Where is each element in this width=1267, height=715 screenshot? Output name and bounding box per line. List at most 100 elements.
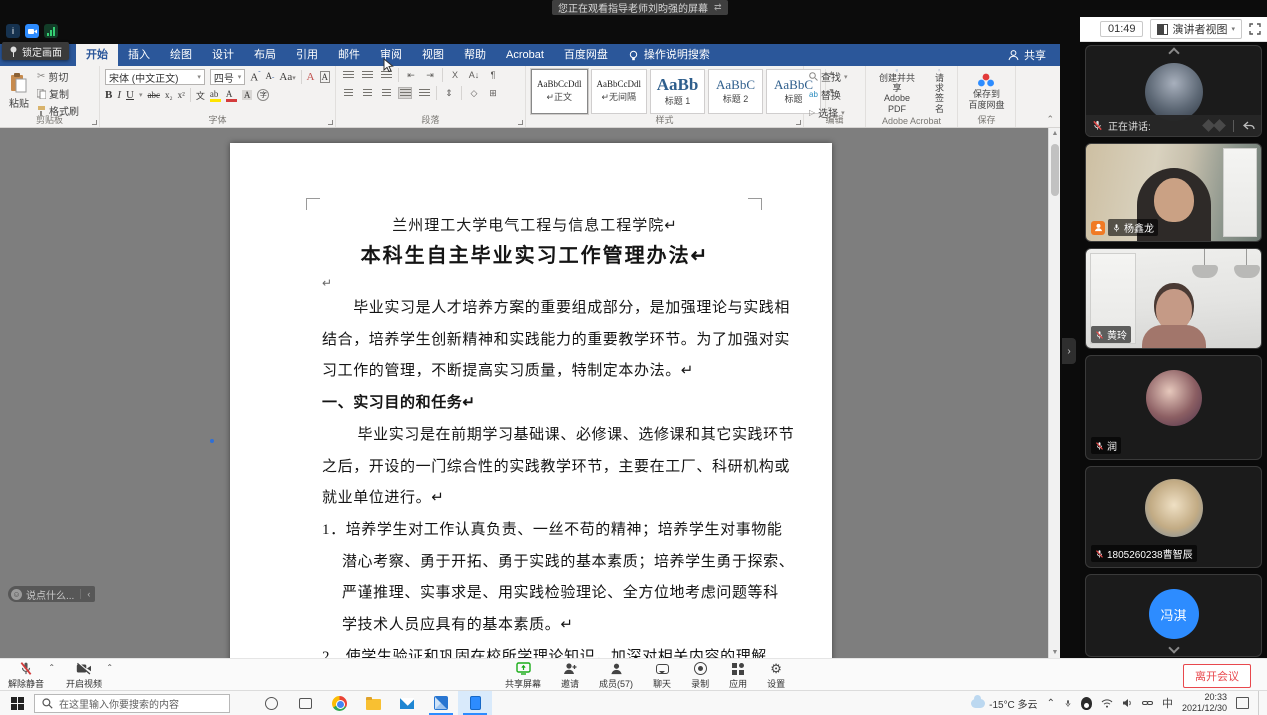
- shading-icon[interactable]: ◇: [467, 87, 481, 99]
- tencent-meeting-button[interactable]: [458, 691, 492, 715]
- phonetic-guide-button[interactable]: 文: [196, 89, 205, 102]
- share-screen-button[interactable]: 共享屏幕: [505, 661, 541, 690]
- font-dialog-launcher[interactable]: [328, 120, 333, 125]
- swap-view-icon[interactable]: ⇄: [714, 2, 722, 13]
- distribute-icon[interactable]: [417, 87, 431, 99]
- fullscreen-icon[interactable]: [1249, 23, 1261, 35]
- record-button[interactable]: 录制: [691, 661, 709, 690]
- justify-icon[interactable]: [398, 87, 412, 99]
- invite-button[interactable]: 邀请: [561, 661, 579, 690]
- share-button[interactable]: 共享: [1008, 44, 1060, 66]
- scrollbar-thumb[interactable]: [1051, 144, 1059, 196]
- tray-mic-icon[interactable]: [1064, 698, 1072, 709]
- bold-button[interactable]: B: [105, 89, 112, 101]
- participant-avatar-tile[interactable]: 润: [1085, 355, 1262, 460]
- decrease-indent-icon[interactable]: ⇤: [404, 69, 418, 81]
- unmute-options-caret[interactable]: ⌃: [48, 663, 55, 672]
- ribbon-tab[interactable]: 布局: [244, 44, 286, 66]
- style-card[interactable]: AaBb 标题 1: [650, 69, 705, 114]
- chevron-up-icon[interactable]: [1168, 47, 1179, 58]
- settings-button[interactable]: ⚙ 设置: [767, 661, 785, 690]
- cut-button[interactable]: ✂剪切: [37, 69, 79, 84]
- ribbon-tab[interactable]: 引用: [286, 44, 328, 66]
- weather-widget[interactable]: -15°C 多云: [971, 696, 1037, 711]
- create-pdf-button[interactable]: 创建并共享Adobe PDF: [871, 69, 923, 114]
- ribbon-tab[interactable]: 视图: [412, 44, 454, 66]
- sort-icon[interactable]: A↓: [467, 69, 481, 81]
- doc-status-icon[interactable]: i: [6, 24, 20, 38]
- task-view-button[interactable]: [288, 691, 322, 715]
- align-right-icon[interactable]: [379, 87, 393, 99]
- video-options-caret[interactable]: ⌃: [106, 663, 113, 672]
- font-size-select[interactable]: 四号▾: [210, 69, 245, 85]
- request-signature-button[interactable]: 请求签名: [927, 69, 952, 114]
- replace-button[interactable]: ab替换: [809, 87, 848, 102]
- bullets-icon[interactable]: [341, 69, 355, 81]
- chat-placeholder[interactable]: 说点什么...: [26, 587, 74, 602]
- italic-button[interactable]: I: [117, 89, 121, 101]
- font-family-select[interactable]: 宋体 (中文正文)▾: [105, 69, 205, 85]
- text-highlight-button[interactable]: ab: [210, 89, 221, 102]
- document-scrollbar[interactable]: ▲ ▼: [1048, 128, 1060, 658]
- speaker-tile[interactable]: 正在讲话:: [1085, 45, 1262, 137]
- ribbon-tab[interactable]: Acrobat: [496, 44, 554, 66]
- participant-avatar-tile[interactable]: 1805260238曹智辰: [1085, 466, 1262, 568]
- clear-format-button[interactable]: A: [307, 71, 315, 83]
- style-card[interactable]: AaBbCcDdl ↵正文: [531, 69, 588, 114]
- apps-button[interactable]: 应用: [729, 661, 747, 690]
- start-button[interactable]: [0, 691, 34, 715]
- collapse-ribbon-button[interactable]: ⌃: [1046, 114, 1054, 125]
- ribbon-tab[interactable]: 帮助: [454, 44, 496, 66]
- paste-button[interactable]: 粘贴: [5, 69, 33, 114]
- leave-meeting-button[interactable]: 离开会议: [1183, 664, 1251, 688]
- cortana-button[interactable]: [254, 691, 288, 715]
- superscript-button[interactable]: x²: [178, 90, 185, 100]
- numbering-icon[interactable]: [360, 69, 374, 81]
- emoji-icon[interactable]: ☺: [11, 589, 22, 600]
- unmute-button[interactable]: ⌃ 解除静音: [8, 661, 44, 690]
- increase-indent-icon[interactable]: ⇥: [423, 69, 437, 81]
- align-center-icon[interactable]: [360, 87, 374, 99]
- asian-layout-icon[interactable]: X: [448, 69, 462, 81]
- ribbon-tab[interactable]: 邮件: [328, 44, 370, 66]
- sidebar-collapse-handle[interactable]: ›: [1062, 338, 1076, 364]
- ribbon-tab[interactable]: 绘图: [160, 44, 202, 66]
- style-card[interactable]: AaBbCcDdl ↵无间隔: [591, 69, 648, 114]
- character-shading-button[interactable]: A: [242, 90, 253, 101]
- tray-overflow-chevron[interactable]: ⌃: [1047, 698, 1055, 709]
- members-button[interactable]: 成员(57): [599, 661, 633, 690]
- ribbon-tab[interactable]: 百度网盘: [554, 44, 618, 66]
- pilcrow-icon[interactable]: ¶: [486, 69, 500, 81]
- link-icon[interactable]: [1142, 698, 1153, 708]
- clipboard-dialog-launcher[interactable]: [92, 120, 97, 125]
- network-quality-icon[interactable]: [44, 24, 58, 38]
- font-color-button[interactable]: A: [226, 89, 237, 102]
- save-baidu-button[interactable]: 保存到百度网盘: [964, 69, 1008, 114]
- reply-arrow-icon[interactable]: [1243, 121, 1255, 131]
- strikethrough-button[interactable]: abc: [147, 90, 160, 100]
- paragraph-dialog-launcher[interactable]: [518, 120, 523, 125]
- line-spacing-icon[interactable]: ⇕: [442, 87, 456, 99]
- quick-chat-bubble[interactable]: ☺ 说点什么... ‹: [8, 586, 95, 602]
- style-card[interactable]: AaBbC 标题 2: [708, 69, 763, 114]
- wifi-icon[interactable]: [1101, 698, 1113, 708]
- ribbon-tab[interactable]: 设计: [202, 44, 244, 66]
- view-mode-dropdown[interactable]: 演讲者视图 ▾: [1150, 19, 1242, 39]
- enclose-characters-button[interactable]: 字: [257, 89, 269, 101]
- shrink-font-button[interactable]: Aˇ: [266, 71, 275, 84]
- start-video-button[interactable]: ⌃ 开启视频: [66, 661, 102, 690]
- lock-screen-chip[interactable]: 锁定画面: [2, 42, 69, 60]
- tellme-search[interactable]: 操作说明搜索: [618, 44, 720, 66]
- taskbar-clock[interactable]: 20:33 2021/12/30: [1182, 692, 1227, 714]
- find-button[interactable]: 查找▾: [809, 69, 848, 84]
- ime-indicator[interactable]: 中: [1162, 695, 1173, 711]
- participant-video-tile[interactable]: 杨鑫龙: [1085, 143, 1262, 242]
- tencent-docs-button[interactable]: [424, 691, 458, 715]
- document-canvas[interactable]: 兰州理工大学电气工程与信息工程学院↵ 本科生自主毕业实习工作管理办法↵ ↵ 毕业…: [0, 128, 1060, 658]
- speaker-icon[interactable]: [1122, 698, 1133, 708]
- chevron-down-icon[interactable]: [1168, 642, 1179, 653]
- ribbon-tab[interactable]: 插入: [118, 44, 160, 66]
- ribbon-tab[interactable]: 开始: [76, 44, 118, 66]
- file-explorer-button[interactable]: [356, 691, 390, 715]
- align-left-icon[interactable]: [341, 87, 355, 99]
